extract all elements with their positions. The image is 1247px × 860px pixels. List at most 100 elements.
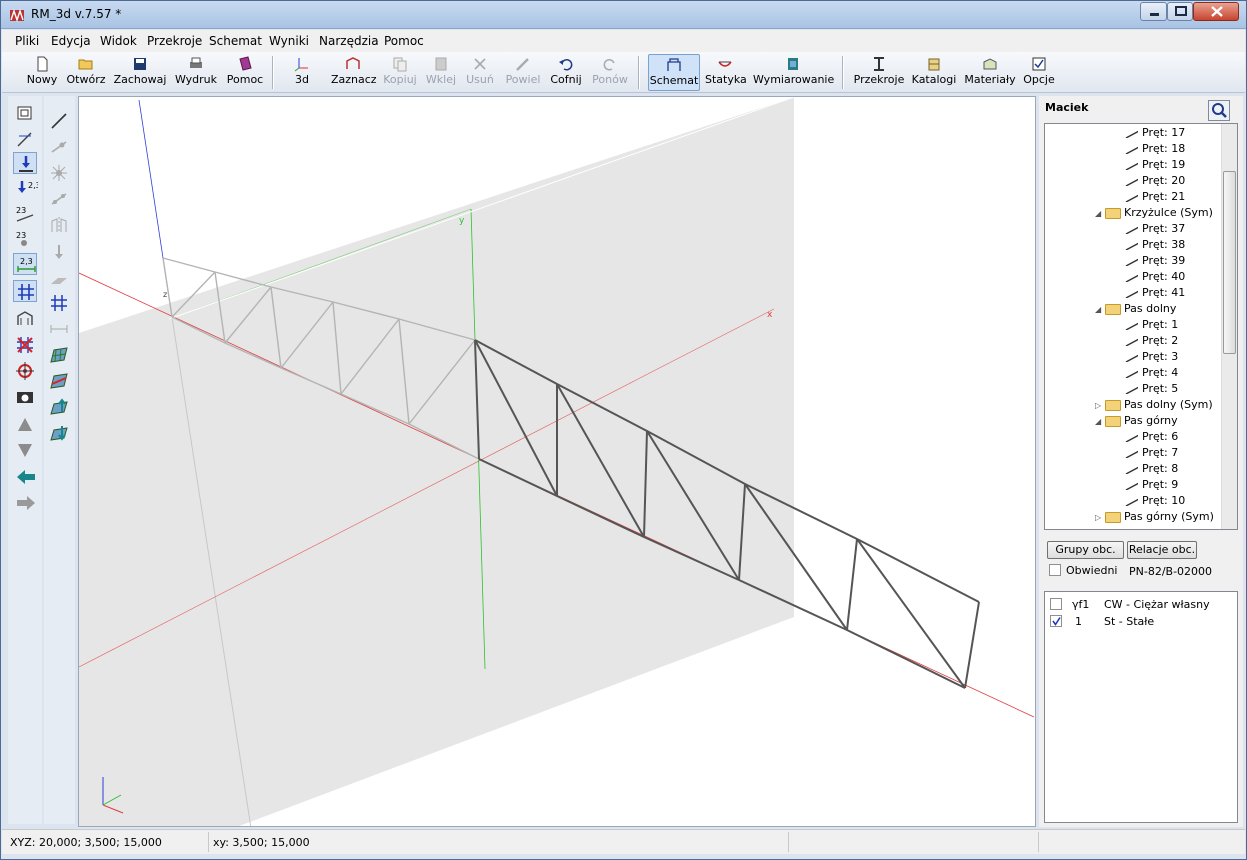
dimensioning-button[interactable]: Wymiarowanie xyxy=(753,54,834,91)
copy-button[interactable]: Kopiuj xyxy=(382,54,418,91)
node-button[interactable] xyxy=(47,162,71,184)
tree-bar-node[interactable]: Pręt: 4 xyxy=(1125,366,1178,382)
menu-pomoc[interactable]: Pomoc xyxy=(384,34,424,48)
tree-bar-node[interactable]: Pręt: 1 xyxy=(1125,318,1178,334)
tree-folder-node[interactable]: ◢ Pas dolny xyxy=(1095,302,1176,318)
undo-button[interactable]: Cofnij xyxy=(549,54,583,91)
hide-button[interactable] xyxy=(13,334,37,356)
tree-folder-node[interactable]: ▷ Pas dolny (Sym) xyxy=(1095,398,1213,414)
tree-bar-node[interactable]: Pręt: 8 xyxy=(1125,462,1178,478)
tree-folder-node[interactable]: ◢ Krzyżulce (Sym) xyxy=(1095,206,1213,222)
bar-release-button[interactable] xyxy=(47,188,71,210)
tree-bar-node[interactable]: Pręt: 18 xyxy=(1125,142,1185,158)
menu-widok[interactable]: Widok xyxy=(100,34,137,48)
node-labels-button[interactable]: 23 xyxy=(13,228,37,250)
bar-hinge-button[interactable] xyxy=(47,136,71,158)
surface-load-button[interactable] xyxy=(47,268,71,290)
tree-bar-node[interactable]: Pręt: 3 xyxy=(1125,350,1178,366)
arrow-left-button[interactable] xyxy=(13,466,37,488)
load-relations-button[interactable]: Relacje obc. xyxy=(1127,541,1197,559)
close-button[interactable] xyxy=(1193,2,1239,21)
tree-bar-node[interactable]: Pręt: 38 xyxy=(1125,238,1185,254)
select-button[interactable]: Zaznacz xyxy=(331,54,377,91)
search-button[interactable] xyxy=(1208,100,1230,121)
materials-button[interactable]: Materiały xyxy=(964,54,1016,91)
new-button[interactable]: Nowy xyxy=(24,54,60,91)
tree-bar-node[interactable]: Pręt: 7 xyxy=(1125,446,1178,462)
print-button[interactable]: Wydruk xyxy=(174,54,218,91)
node-numbers-button[interactable]: 2,3 xyxy=(13,178,38,200)
tree-bar-node[interactable]: Pręt: 9 xyxy=(1125,478,1178,494)
grid-button[interactable] xyxy=(13,280,37,302)
redo-button[interactable]: Ponów xyxy=(591,54,629,91)
tree-bar-node[interactable]: Pręt: 2 xyxy=(1125,334,1178,350)
properties-button[interactable] xyxy=(13,102,37,124)
view-3d-toggle[interactable] xyxy=(13,308,37,330)
tree-bar-node[interactable]: Pręt: 5 xyxy=(1125,382,1178,398)
tree-bar-node[interactable]: Pręt: 39 xyxy=(1125,254,1185,270)
arrow-down-button[interactable] xyxy=(13,439,37,461)
scheme-button[interactable]: Schemat xyxy=(648,54,700,91)
menu-przekroje[interactable]: Przekroje xyxy=(147,34,202,48)
plane-xy-button[interactable] xyxy=(47,344,71,366)
tree-bar-node[interactable]: Pręt: 37 xyxy=(1125,222,1185,238)
arrow-right-button[interactable] xyxy=(13,492,37,514)
arrow-up-button[interactable] xyxy=(13,414,37,436)
envelope-checkbox[interactable] xyxy=(1049,564,1061,576)
expanded-triangle-icon[interactable]: ◢ xyxy=(1095,209,1103,218)
load-case-checkbox-2[interactable] xyxy=(1050,615,1062,627)
menu-edycja[interactable]: Edycja xyxy=(51,34,91,48)
options-button[interactable]: Opcje xyxy=(1022,54,1056,91)
center-button[interactable] xyxy=(13,360,37,382)
tree-bar-node[interactable]: Pręt: 20 xyxy=(1125,174,1185,190)
maximize-button[interactable] xyxy=(1167,2,1193,21)
save-button[interactable]: Zachowaj xyxy=(113,54,167,91)
dimensions-button[interactable]: 2,3 xyxy=(13,253,37,275)
menu-wyniki[interactable]: Wyniki xyxy=(269,34,309,48)
tree-scroll-thumb[interactable] xyxy=(1223,171,1236,354)
paste-button[interactable]: Wklej xyxy=(425,54,457,91)
menu-pliki[interactable]: Pliki xyxy=(15,34,39,48)
tree-scrollbar[interactable] xyxy=(1221,124,1237,529)
camera-button[interactable] xyxy=(13,386,37,408)
tree-bar-node[interactable]: Pręt: 10 xyxy=(1125,494,1185,510)
tree-bar-node[interactable]: Pręt: 19 xyxy=(1125,158,1185,174)
help-button[interactable]: Pomoc xyxy=(226,54,264,91)
open-button[interactable]: Otwórz xyxy=(64,54,108,91)
duplicate-button[interactable]: Powiel xyxy=(504,54,542,91)
bar-edit-button[interactable] xyxy=(13,128,37,150)
support-button[interactable] xyxy=(13,152,37,174)
load-button[interactable] xyxy=(47,242,71,264)
menu-narzedzia[interactable]: Narzędzia xyxy=(319,34,379,48)
tree-folder-node[interactable]: ◢ Pas górny xyxy=(1095,414,1178,430)
tree-bar-node[interactable]: Pręt: 40 xyxy=(1125,270,1185,286)
dimension-line-button[interactable] xyxy=(47,318,71,340)
tree-folder-node[interactable]: ▷ Pas górny (Sym) xyxy=(1095,510,1214,526)
tree-bar-node[interactable]: Pręt: 17 xyxy=(1125,126,1185,142)
grid-plane-button[interactable] xyxy=(47,292,71,314)
load-groups-button[interactable]: Grupy obc. xyxy=(1047,541,1124,559)
delete-button[interactable]: Usuń xyxy=(465,54,495,91)
sections-button[interactable]: Przekroje xyxy=(853,54,905,91)
catalogs-button[interactable]: Katalogi xyxy=(911,54,957,91)
plane-xz-button[interactable] xyxy=(47,370,71,392)
viewport-3d[interactable]: y x z xyxy=(78,96,1036,827)
expanded-triangle-icon[interactable]: ◢ xyxy=(1095,305,1103,314)
tree-bar-node[interactable]: Pręt: 6 xyxy=(1125,430,1178,446)
plane-up-button[interactable] xyxy=(47,396,71,418)
statics-button[interactable]: Statyka xyxy=(705,54,747,91)
bar-numbers-button[interactable]: 23 xyxy=(13,203,37,225)
collapsed-triangle-icon[interactable]: ▷ xyxy=(1095,401,1103,410)
tree-bar-node[interactable]: Pręt: 41 xyxy=(1125,286,1185,302)
plane-down-button[interactable] xyxy=(47,422,71,444)
model-canvas[interactable]: y x z xyxy=(79,97,1036,827)
structure-tree[interactable]: Pręt: 17 Pręt: 18 Pręt: 19 Pręt: 20 Pręt: 21… xyxy=(1044,123,1238,530)
expanded-triangle-icon[interactable]: ◢ xyxy=(1095,417,1103,426)
minimize-button[interactable] xyxy=(1140,2,1167,21)
load-case-checkbox-1[interactable] xyxy=(1050,598,1062,610)
menu-schemat[interactable]: Schemat xyxy=(209,34,262,48)
draw-bar-button[interactable] xyxy=(47,110,71,132)
symmetry-button[interactable] xyxy=(47,214,71,236)
collapsed-triangle-icon[interactable]: ▷ xyxy=(1095,513,1103,522)
view-3d-button[interactable]: 3d xyxy=(289,54,315,91)
